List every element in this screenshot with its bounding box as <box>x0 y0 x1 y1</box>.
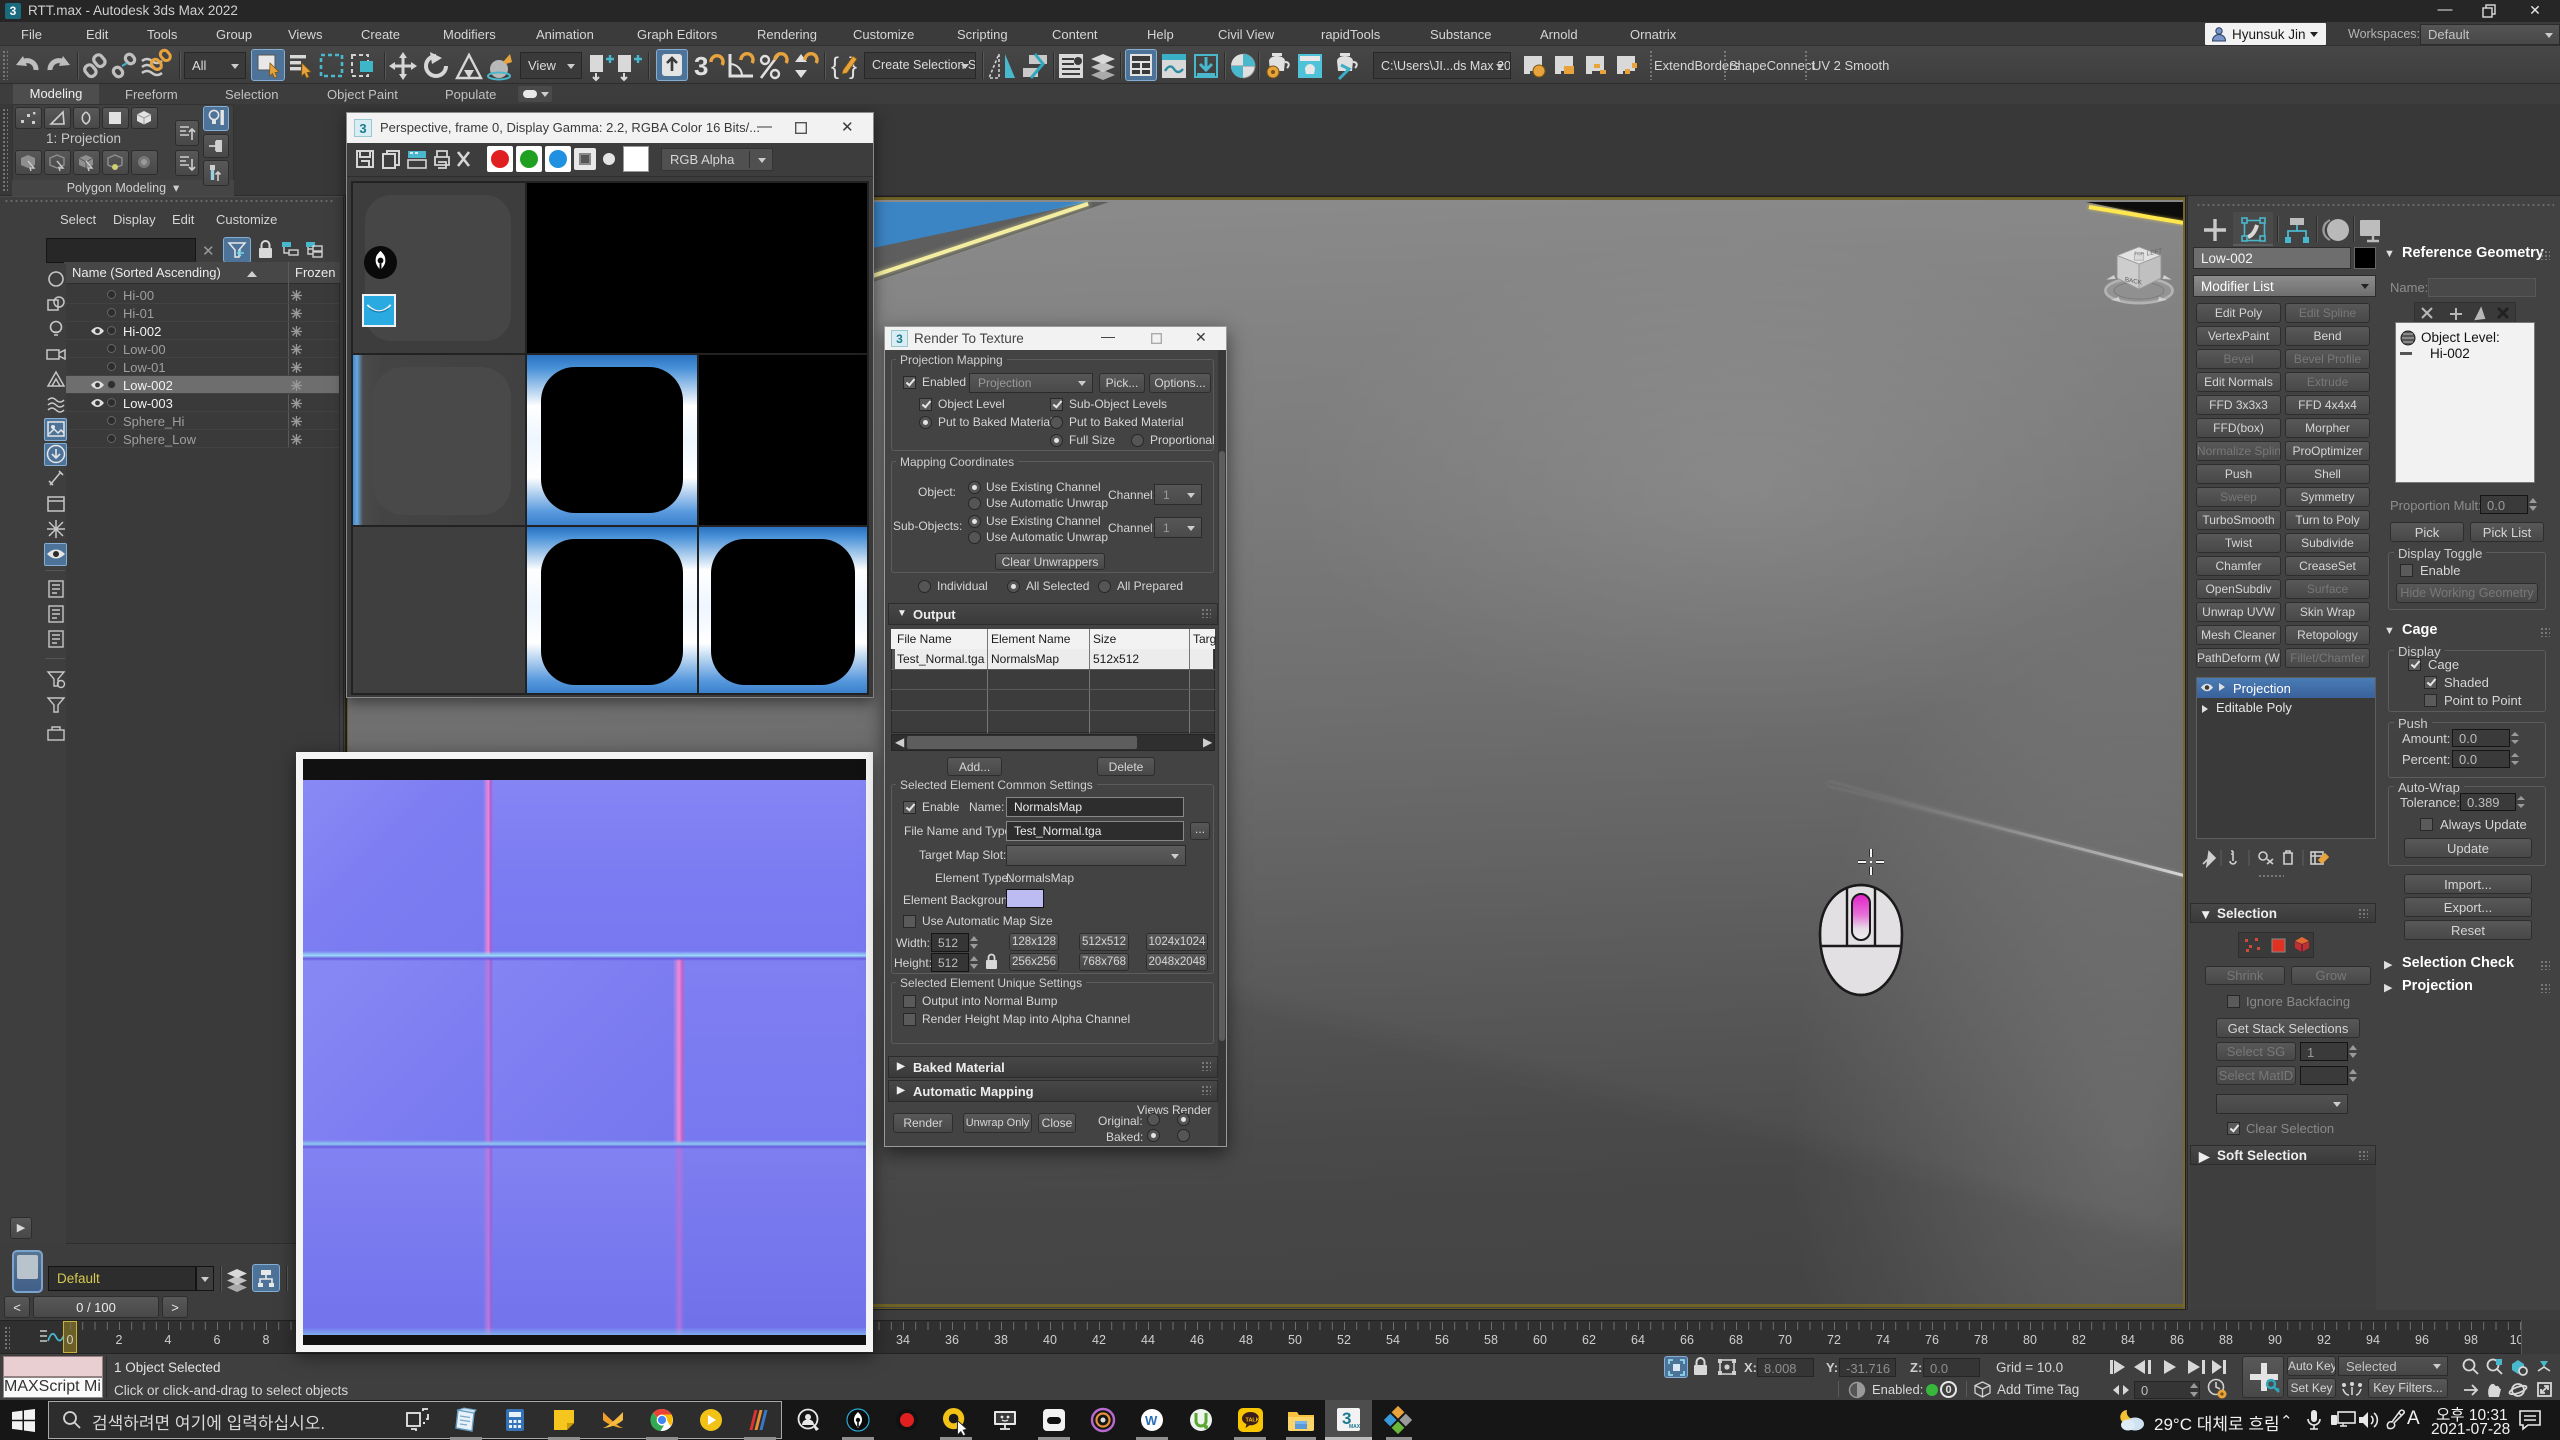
svg-text:TOP: TOP <box>2134 251 2144 256</box>
svg-text:3: 3 <box>694 51 708 81</box>
svg-text:{: { <box>831 53 839 80</box>
svg-text:TALK: TALK <box>1246 1418 1260 1424</box>
svg-text:W: W <box>1145 1413 1158 1428</box>
